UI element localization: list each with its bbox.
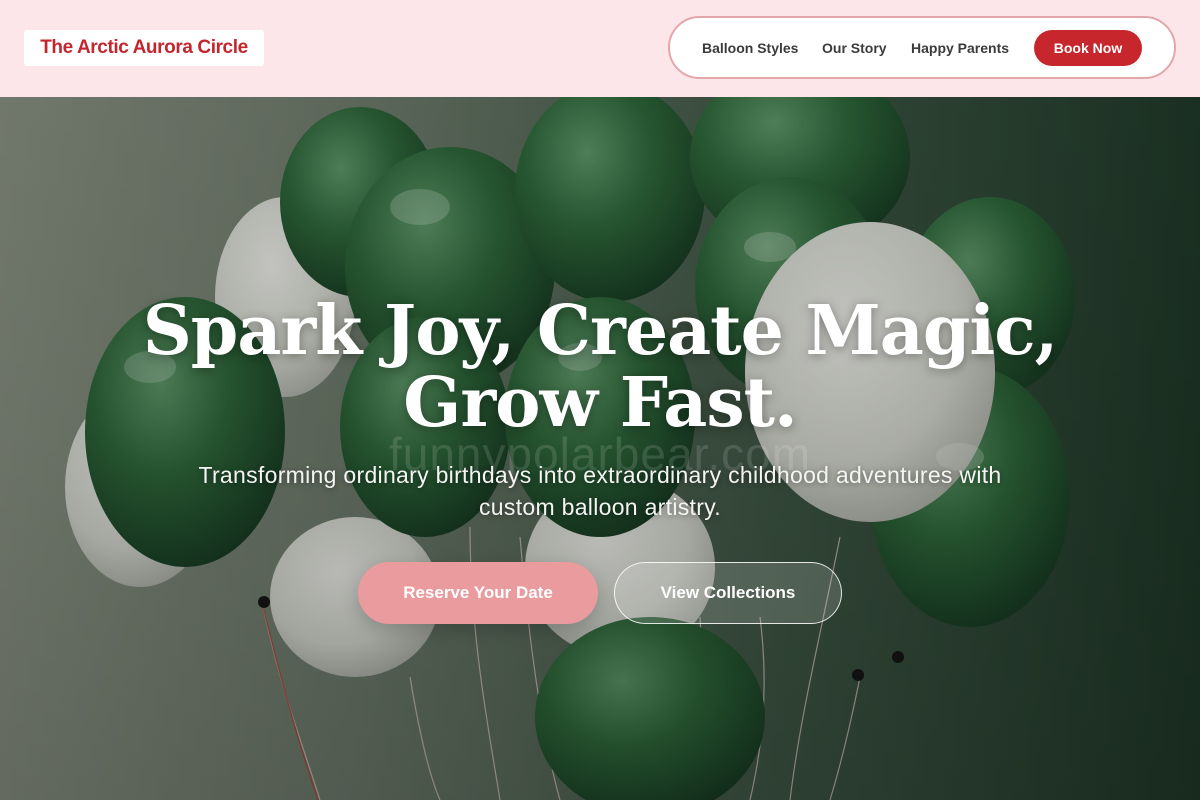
brand-logo[interactable]: The Arctic Aurora Circle xyxy=(24,30,264,66)
main-nav: Balloon Styles Our Story Happy Parents B… xyxy=(668,16,1176,79)
reserve-date-button[interactable]: Reserve Your Date xyxy=(358,562,598,624)
hero-headline-line-1: Spark Joy, Create Magic, xyxy=(142,291,1059,371)
nav-link-happy-parents[interactable]: Happy Parents xyxy=(911,40,1009,56)
site-header: The Arctic Aurora Circle Balloon Styles … xyxy=(0,0,1200,97)
hero-subtitle-line-2: custom balloon artistry. xyxy=(479,494,721,520)
hero-section: Spark Joy, Create Magic, Grow Fast. funn… xyxy=(0,97,1200,800)
hero-headline: Spark Joy, Create Magic, Grow Fast. xyxy=(0,295,1200,439)
hero-subtitle-line-1: Transforming ordinary birthdays into ext… xyxy=(198,462,1002,488)
hero-subtitle: Transforming ordinary birthdays into ext… xyxy=(160,459,1040,523)
nav-link-balloon-styles[interactable]: Balloon Styles xyxy=(702,40,798,56)
book-now-button[interactable]: Book Now xyxy=(1034,30,1142,66)
view-collections-button[interactable]: View Collections xyxy=(614,562,842,624)
nav-link-our-story[interactable]: Our Story xyxy=(822,40,887,56)
